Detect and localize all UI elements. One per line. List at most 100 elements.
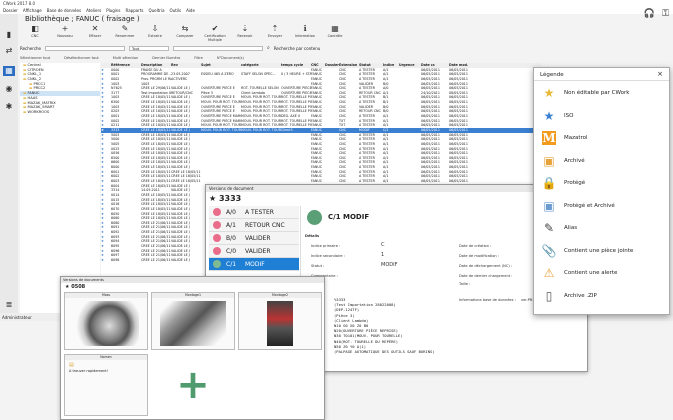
filter-text-input[interactable] [173, 45, 264, 51]
menu-item[interactable]: Queltria [148, 8, 164, 13]
legend-item: ✎ Alias [542, 221, 577, 235]
puzzle-icon[interactable]: ✱ [3, 102, 15, 112]
version-status-dot [213, 247, 221, 255]
arrows-icon[interactable]: ⇄ [3, 46, 15, 56]
menu-item[interactable]: Plugins [106, 8, 120, 13]
option-toggle[interactable]: Dernier Numéro [152, 56, 180, 61]
ribbon-button[interactable]: ℹ Information [290, 24, 320, 46]
version-status-dot [213, 208, 221, 216]
list-icon[interactable]: ≣ [3, 300, 15, 310]
version-label: MODIF [245, 260, 265, 268]
ribbon-icon: ▦ [331, 24, 339, 33]
tree-node-label: MAZAK_SMART [27, 105, 55, 110]
ribbon-button[interactable]: ◧ CNC [20, 24, 50, 46]
tree-node[interactable]: ▬ WORKROOS [20, 110, 100, 115]
version-item[interactable]: C/0 VALIDER [209, 245, 299, 258]
ribbon-label: Effacer [88, 34, 102, 38]
thumb-mass[interactable]: Mass [64, 292, 148, 350]
filter-select[interactable]: Tout [129, 45, 170, 51]
option-toggle[interactable]: Sélectionner tout [20, 56, 50, 61]
tree-node-label: CNKL_1 [27, 72, 42, 77]
version-item[interactable]: A/1 RETOUR CNC [209, 219, 299, 232]
thumb-montage1[interactable]: Montage1 [151, 292, 235, 350]
ribbon-button[interactable]: ⇣ Recevoir [230, 24, 260, 46]
ribbon-label: CNC [31, 34, 39, 38]
close-icon[interactable]: × [657, 71, 663, 78]
ribbon-button[interactable]: ⇩ Extraire [140, 24, 170, 46]
lock-archive-icon: ▣ [543, 198, 555, 213]
version-item[interactable]: A/0 A TESTER [209, 206, 299, 219]
left-rail: ▮ ⇄ ▦ ◉ ✱ ≣ [0, 14, 18, 314]
headset-icon[interactable]: 🎧 [644, 10, 655, 19]
tree-node-label: HAAS [27, 95, 38, 100]
ribbon-label: Certification Multiple [204, 34, 226, 42]
legend-label: Alias [564, 225, 578, 231]
version-item[interactable]: C/1 MODIF [209, 258, 299, 271]
archive-box-icon: ▣ [543, 153, 555, 168]
stats-icon[interactable]: ▮ [3, 30, 15, 40]
filter-bar: Recherche Tout ⌕ Recherche par contenu [20, 45, 360, 51]
menu-item[interactable]: Affichage [23, 8, 42, 13]
ribbon-icon: ⇣ [241, 24, 249, 33]
legend-label: Contient une alerte [564, 270, 618, 276]
modified-label: Date de modification : [459, 254, 500, 258]
option-toggle[interactable]: Désélectionner tout [64, 56, 99, 61]
option-toggle[interactable]: Filtre [194, 56, 203, 61]
version-label: VALIDER [245, 247, 271, 255]
version-status-dot [213, 260, 221, 268]
version-label: RETOUR CNC [245, 221, 285, 229]
legend-item: ▣ Archivé [542, 153, 585, 168]
version-item[interactable]: B/0 VALIDER [209, 232, 299, 245]
ribbon-button[interactable]: ✎ Renommer [110, 24, 140, 46]
statut-label: Statut : [311, 264, 325, 268]
legend-label: Protégé [564, 180, 586, 186]
legend-label: Contient une pièce jointe [564, 247, 634, 254]
version-code: A/0 [226, 208, 236, 216]
version-status-dot [213, 234, 221, 242]
add-document-button[interactable]: + [151, 354, 235, 416]
ribbon-button[interactable]: ▦ Contrôle [320, 24, 350, 46]
ribbon-label: Renommer [115, 34, 135, 38]
menu-item[interactable]: Rapports [126, 8, 144, 13]
download-label: Date de déchargement (NC) : [459, 264, 513, 268]
thumb-caption: Nomen [65, 355, 147, 360]
option-toggle[interactable]: N°Document(s) [217, 56, 244, 61]
assembly-image [267, 301, 293, 346]
thumb-montage2[interactable]: Montage2 [238, 292, 322, 350]
menu-item[interactable]: Ateliers [86, 8, 101, 13]
tree-node-label: FANUC [27, 91, 40, 96]
thumb-caption: Montage2 [239, 293, 321, 298]
tree-node-label: CNKL_2 [27, 77, 42, 82]
legend-label: ISO [564, 112, 574, 119]
legend-item: ★ Non éditable par CWork [542, 86, 630, 100]
menu-item[interactable]: Dossier [3, 8, 18, 13]
key-icon[interactable]: ⚿ [662, 10, 669, 19]
menu-item[interactable]: Outils [170, 8, 182, 13]
grid-icon[interactable]: ▦ [3, 66, 15, 76]
thumb-nomen[interactable]: Nomen ▤ A trouver rapidement! [64, 354, 148, 416]
page-title: Bibliothèque ; FANUC ( fraisage ) [25, 15, 140, 23]
mazatrol-m-icon: M [542, 131, 556, 145]
table-cell: CREE LE 21/06/11 14:42 [141, 257, 171, 262]
search-icon[interactable]: ⌕ [267, 45, 270, 51]
legend-label: Archive .ZIP [564, 292, 597, 299]
version-code: A/1 [226, 221, 236, 229]
ribbon-button[interactable]: ✔ Certification Multiple [200, 24, 230, 46]
legend-item: ⚠ Contient une alerte [542, 266, 618, 280]
ribbon-button[interactable]: ✕ Effacer [80, 24, 110, 46]
legend-item: 📎 Contient une pièce jointe [542, 244, 634, 258]
versions-dialog-title: Versions de document [206, 185, 587, 192]
ribbon-button[interactable]: ⇆ Comparer [170, 24, 200, 46]
ribbon-button[interactable]: ⇡ Envoyer [260, 24, 290, 46]
menu-item[interactable]: Aide [186, 8, 195, 13]
legend-label: Archivé [564, 157, 585, 164]
ribbon-label: Envoyer [267, 34, 283, 38]
ribbon-button[interactable]: + Nouveau [50, 24, 80, 46]
filter-input[interactable] [45, 45, 126, 51]
eye-icon[interactable]: ◉ [3, 84, 15, 94]
version-label: A TESTER [245, 208, 274, 216]
menu-item[interactable]: Base de données [47, 8, 81, 13]
option-toggle[interactable]: Multi sélection [113, 56, 138, 61]
details-label: Détails [305, 234, 320, 238]
content-search-label[interactable]: Recherche par contenu [274, 46, 320, 51]
